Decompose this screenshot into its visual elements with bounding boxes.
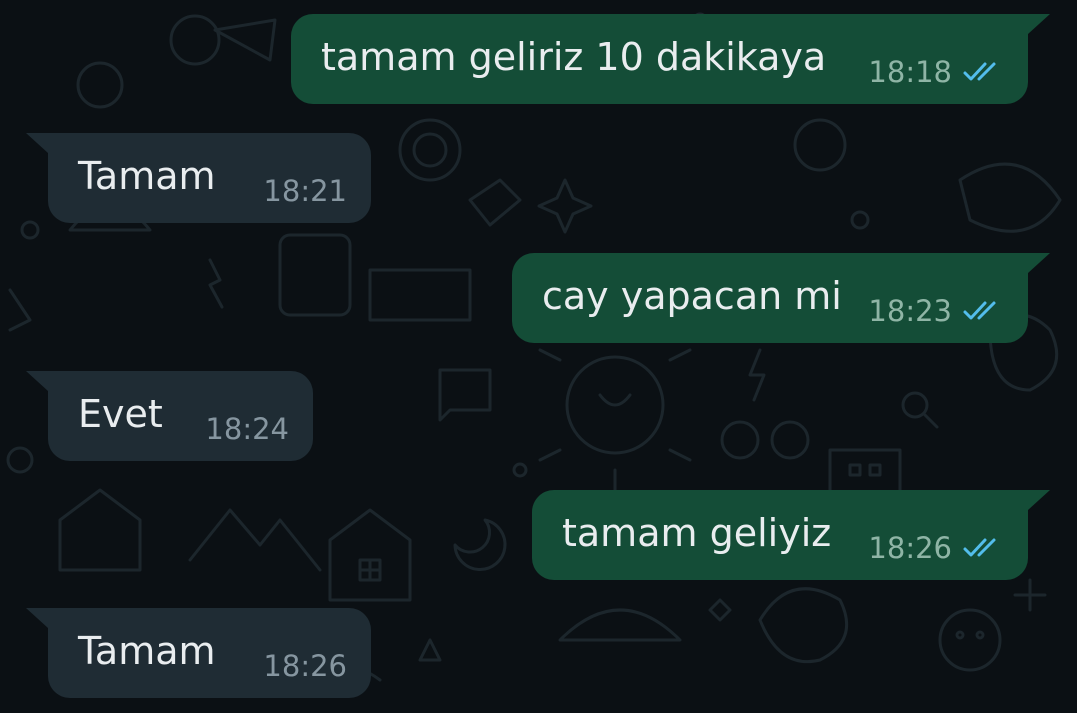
double-check-icon [963,538,996,557]
bubble-tail [26,133,48,153]
message-text: Tamam [78,154,216,198]
message-incoming[interactable]: Evet 18:24 [26,371,313,461]
bubble-tail [26,608,48,628]
bubble-tail [1028,490,1050,510]
double-check-icon [963,62,996,81]
bubble-tail [26,371,48,391]
message-text: cay yapacan mi [542,274,842,318]
bubble-tail [1028,253,1050,273]
message-text: tamam geliyiz [562,511,832,555]
message-time: 18:26 [263,649,347,683]
chat-conversation[interactable]: tamam geliriz 10 dakikaya 18:18 Tamam 18… [0,0,1077,713]
chat-wallpaper-doodles [6,12,1062,682]
bubble-tail [1028,14,1050,34]
message-meta: 18:26 [263,648,347,684]
message-meta: 18:26 [868,530,1004,566]
message-meta: 18:23 [868,293,1004,329]
message-time: 18:26 [868,531,952,565]
message-incoming[interactable]: Tamam 18:26 [26,608,371,698]
message-outgoing[interactable]: tamam geliriz 10 dakikaya 18:18 [291,14,1050,104]
double-check-icon [963,301,996,320]
message-meta: 18:18 [868,54,1004,90]
message-meta: 18:24 [205,411,289,447]
message-text: Tamam [78,629,216,673]
message-time: 18:21 [263,174,347,208]
message-meta: 18:21 [263,173,347,209]
message-text: Evet [78,392,163,436]
message-time: 18:24 [205,412,289,446]
message-text: tamam geliriz 10 dakikaya [321,35,827,79]
message-outgoing[interactable]: tamam geliyiz 18:26 [532,490,1050,580]
message-outgoing[interactable]: cay yapacan mi 18:23 [512,253,1050,343]
message-time: 18:18 [868,55,952,89]
message-time: 18:23 [868,294,952,328]
message-incoming[interactable]: Tamam 18:21 [26,133,371,223]
